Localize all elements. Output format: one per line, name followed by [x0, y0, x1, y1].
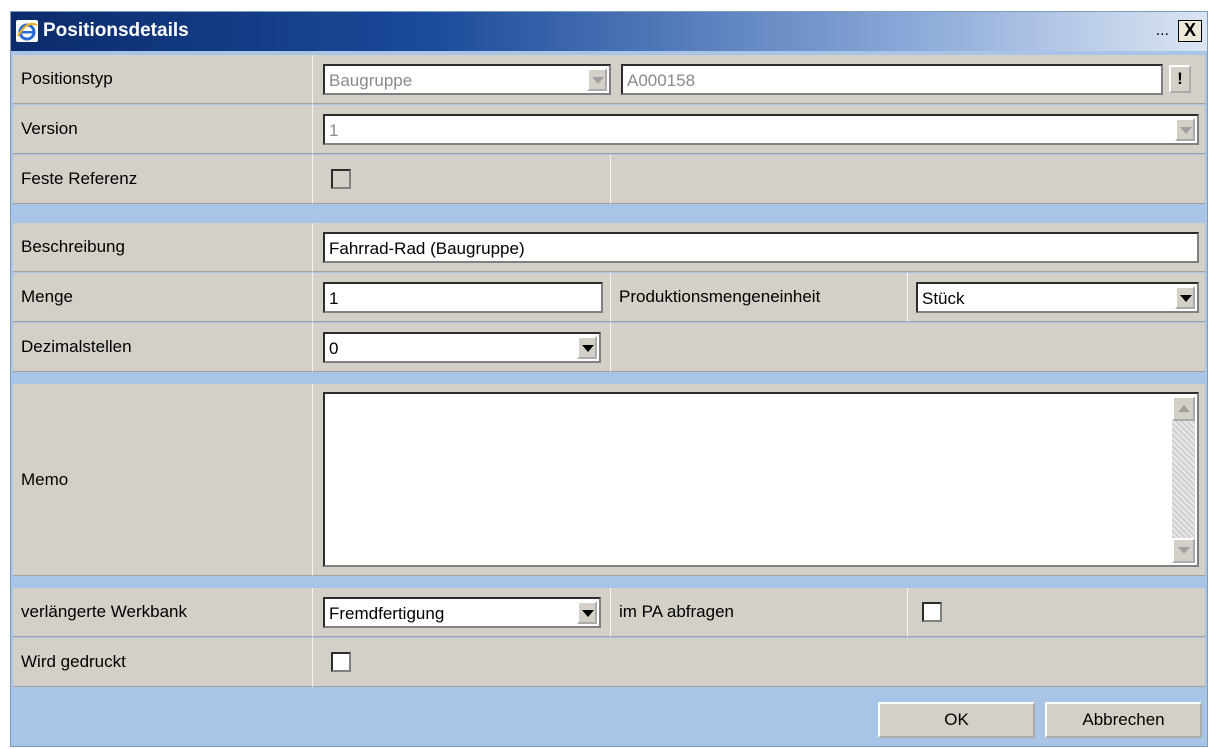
close-button[interactable]: X: [1178, 20, 1202, 42]
positionstyp-label: Positionstyp: [21, 69, 113, 88]
cell-menge-field: 1: [313, 273, 611, 322]
cell-beschreibung-label: Beschreibung: [13, 223, 313, 272]
position-number-input[interactable]: A000158: [621, 64, 1163, 95]
dezimalstellen-label: Dezimalstellen: [21, 337, 132, 356]
produktionsmengeneinheit-select[interactable]: Stück: [916, 282, 1199, 313]
memo-textarea[interactable]: [323, 392, 1199, 567]
beschreibung-value: Fahrrad-Rad (Baugruppe): [329, 239, 525, 258]
verlaengerte-werkbank-label: verlängerte Werkbank: [21, 602, 187, 621]
chevron-down-icon[interactable]: [1175, 286, 1195, 309]
memo-scrollbar[interactable]: [1172, 396, 1195, 563]
row-version: Version 1: [13, 105, 1205, 154]
cell-version-field: 1: [313, 105, 1205, 154]
chevron-down-icon[interactable]: [577, 336, 597, 359]
version-label: Version: [21, 119, 78, 138]
cell-im-pa-abfragen-label: im PA abfragen: [611, 588, 908, 637]
positionstyp-select-value: Baugruppe: [329, 71, 413, 90]
cell-verlaengerte-werkbank-label: verlängerte Werkbank: [13, 588, 313, 637]
cell-wird-gedruckt-label: Wird gedruckt: [13, 638, 313, 687]
cell-beschreibung-field: Fahrrad-Rad (Baugruppe): [313, 223, 1205, 272]
scroll-down-icon[interactable]: [1172, 538, 1195, 563]
cell-menge-label: Menge: [13, 273, 313, 322]
cell-wird-gedruckt-field: [313, 638, 1205, 687]
cell-positionstyp-fields: Baugruppe A000158 !: [313, 55, 1205, 104]
ok-button[interactable]: OK: [878, 702, 1035, 738]
row-feste-referenz: Feste Referenz: [13, 155, 1205, 204]
cell-feste-referenz-empty: [611, 155, 1205, 204]
menge-label: Menge: [21, 287, 73, 306]
version-select-value: 1: [329, 121, 339, 140]
title-extra: ...: [1155, 22, 1169, 39]
cell-dezimalstellen-empty: [611, 323, 1205, 372]
dialog-window: Positionsdetails ... X Positionstyp Baug…: [10, 11, 1208, 747]
cell-feste-referenz-label: Feste Referenz: [13, 155, 313, 204]
lookup-button[interactable]: !: [1169, 65, 1191, 93]
produktionsmengeneinheit-label: Produktionsmengeneinheit: [619, 287, 821, 306]
chevron-down-icon[interactable]: [1175, 118, 1195, 141]
feste-referenz-checkbox[interactable]: [331, 169, 351, 189]
positionstyp-select[interactable]: Baugruppe: [323, 64, 611, 95]
im-pa-abfragen-checkbox[interactable]: [922, 602, 942, 622]
row-positionstyp: Positionstyp Baugruppe A000158 !: [13, 55, 1205, 104]
chevron-down-icon[interactable]: [587, 68, 607, 91]
version-select[interactable]: 1: [323, 114, 1199, 145]
cell-produktionsmengeneinheit-label: Produktionsmengeneinheit: [611, 273, 908, 322]
internet-explorer-icon: [16, 20, 38, 42]
cell-memo-field: [313, 384, 1205, 576]
cell-version-label: Version: [13, 105, 313, 154]
row-memo: Memo: [13, 384, 1205, 576]
beschreibung-input[interactable]: Fahrrad-Rad (Baugruppe): [323, 232, 1199, 263]
cell-memo-label: Memo: [13, 384, 313, 576]
menge-value: 1: [329, 289, 339, 308]
beschreibung-label: Beschreibung: [21, 237, 125, 256]
cell-im-pa-abfragen-field: [908, 588, 1205, 637]
cancel-button[interactable]: Abbrechen: [1045, 702, 1202, 738]
wird-gedruckt-checkbox[interactable]: [331, 652, 351, 672]
cell-dezimalstellen-label: Dezimalstellen: [13, 323, 313, 372]
memo-label: Memo: [21, 469, 69, 489]
feste-referenz-label: Feste Referenz: [21, 169, 138, 188]
cell-positionstyp-label: Positionstyp: [13, 55, 313, 104]
verlaengerte-werkbank-select[interactable]: Fremdfertigung: [323, 597, 601, 628]
produktionsmengeneinheit-value: Stück: [922, 289, 965, 308]
window-title: Positionsdetails: [43, 20, 189, 41]
title-bar[interactable]: Positionsdetails ... X: [11, 12, 1207, 51]
im-pa-abfragen-label: im PA abfragen: [619, 602, 734, 621]
chevron-down-icon[interactable]: [577, 601, 597, 624]
menge-input[interactable]: 1: [323, 282, 603, 313]
dezimalstellen-select[interactable]: 0: [323, 332, 601, 363]
wird-gedruckt-label: Wird gedruckt: [21, 652, 126, 671]
row-dezimalstellen: Dezimalstellen 0: [13, 323, 1205, 372]
row-menge: Menge 1 Produktionsmengeneinheit Stück: [13, 273, 1205, 322]
cell-dezimalstellen-field: 0: [313, 323, 611, 372]
cell-verlaengerte-werkbank-field: Fremdfertigung: [313, 588, 611, 637]
scroll-up-icon[interactable]: [1172, 396, 1195, 421]
row-wird-gedruckt: Wird gedruckt: [13, 638, 1205, 687]
cell-produktionsmengeneinheit-field: Stück: [908, 273, 1205, 322]
cell-feste-referenz-field: [313, 155, 611, 204]
row-beschreibung: Beschreibung Fahrrad-Rad (Baugruppe): [13, 223, 1205, 272]
dezimalstellen-value: 0: [329, 339, 339, 358]
position-number-value: A000158: [627, 71, 696, 90]
row-verlaengerte-werkbank: verlängerte Werkbank Fremdfertigung im P…: [13, 588, 1205, 637]
verlaengerte-werkbank-value: Fremdfertigung: [329, 604, 445, 623]
